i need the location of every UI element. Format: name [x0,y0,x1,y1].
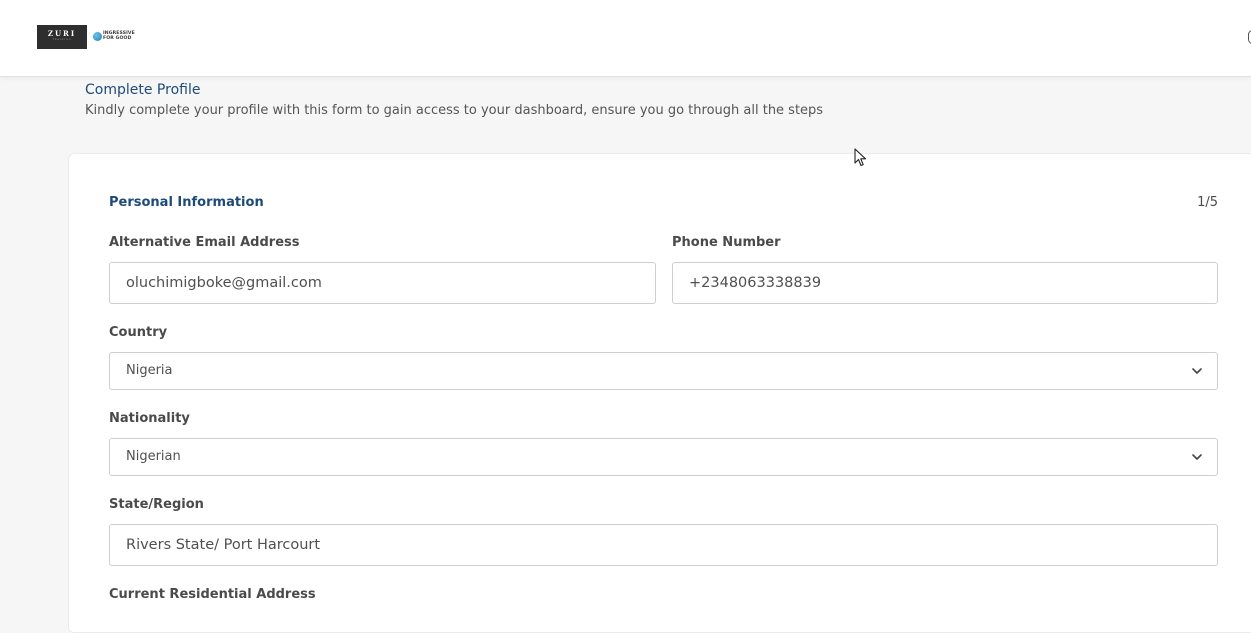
zuri-logo[interactable]: ZURI TRAINING [37,25,87,49]
chevron-down-icon [1192,454,1202,460]
state-field[interactable] [109,524,1218,566]
zuri-logo-subtext: TRAINING [52,39,72,41]
page-title: Complete Profile [85,82,201,98]
page-subtitle: Kindly complete your profile with this f… [85,103,824,118]
zuri-logo-text: ZURI [47,29,77,38]
mouse-cursor-icon [854,148,867,167]
globe-icon [93,32,102,41]
nationality-label: Nationality [109,411,190,426]
top-navigation-bar: ZURI TRAINING INGRESSIVE FOR GOOD [0,0,1251,77]
alt-email-field[interactable] [109,262,656,304]
nationality-selected-value: Nigerian [126,449,181,464]
country-selected-value: Nigeria [126,363,173,378]
ingressive-logo-text: INGRESSIVE FOR GOOD [103,31,135,41]
state-label: State/Region [109,497,204,512]
section-title: Personal Information [109,195,264,210]
address-label: Current Residential Address [109,587,316,602]
chevron-down-icon [1192,368,1202,374]
country-select[interactable]: Nigeria [109,352,1218,390]
step-indicator: 1/5 [1197,195,1218,210]
alt-email-label: Alternative Email Address [109,235,300,250]
ingressive-logo[interactable]: INGRESSIVE FOR GOOD [93,30,135,44]
phone-field[interactable] [672,262,1218,304]
phone-label: Phone Number [672,235,781,250]
nationality-select[interactable]: Nigerian [109,438,1218,476]
country-label: Country [109,325,168,340]
